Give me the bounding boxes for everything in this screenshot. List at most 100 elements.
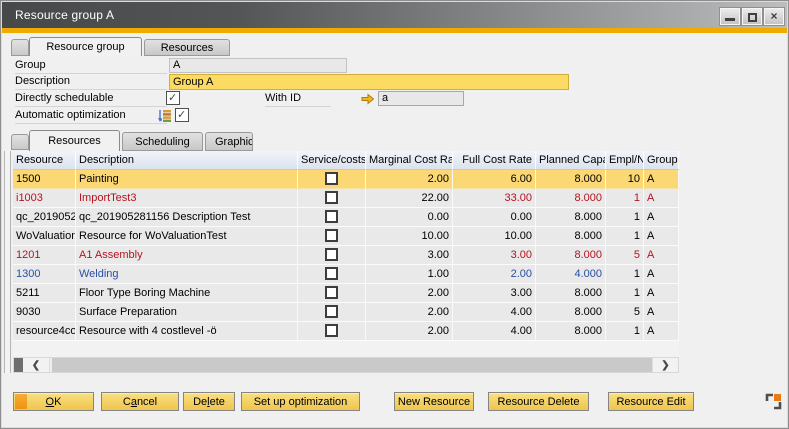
sub-tab-resources[interactable]: Resources bbox=[29, 130, 120, 151]
table-cell[interactable]: 8.000 bbox=[536, 227, 606, 245]
service-costs-checkbox[interactable] bbox=[325, 229, 338, 242]
table-cell[interactable]: 33.00 bbox=[453, 189, 536, 207]
table-cell[interactable]: 9030 bbox=[13, 303, 76, 321]
cancel-button[interactable]: Cancel bbox=[101, 392, 179, 411]
table-cell[interactable]: 1 bbox=[606, 265, 644, 283]
table-cell[interactable]: 8.000 bbox=[536, 208, 606, 226]
group-field[interactable]: A bbox=[169, 58, 347, 73]
horizontal-scrollbar[interactable]: ❮ ❯ bbox=[13, 357, 679, 373]
table-cell[interactable]: A bbox=[644, 189, 679, 207]
maximize-button[interactable] bbox=[742, 8, 762, 25]
ok-button[interactable]: OK bbox=[13, 392, 94, 411]
table-cell[interactable]: i1003 bbox=[13, 189, 76, 207]
table-cell[interactable]: A bbox=[644, 170, 679, 188]
table-cell[interactable]: 2.00 bbox=[366, 284, 453, 302]
with-id-field[interactable]: a bbox=[378, 91, 464, 106]
table-cell[interactable]: 10.00 bbox=[366, 227, 453, 245]
table-cell[interactable]: 10.00 bbox=[453, 227, 536, 245]
vertical-scrollbar[interactable] bbox=[4, 151, 11, 373]
table-cell[interactable]: 8.000 bbox=[536, 284, 606, 302]
column-header-service-costs[interactable]: Service/costs bbox=[298, 151, 366, 169]
service-costs-checkbox[interactable] bbox=[325, 324, 338, 337]
scroll-left-button[interactable]: ❮ bbox=[23, 358, 50, 372]
table-cell[interactable]: A bbox=[644, 246, 679, 264]
table-cell[interactable]: A bbox=[644, 208, 679, 226]
resource-delete-button[interactable]: Resource Delete bbox=[488, 392, 589, 411]
scrollbar-thumb[interactable] bbox=[52, 358, 654, 372]
table-row[interactable]: 1500Painting2.006.008.00010A bbox=[13, 170, 679, 189]
service-costs-cell[interactable] bbox=[298, 208, 366, 226]
column-header-marginal-cost-rate[interactable]: Marginal Cost Rate bbox=[366, 151, 453, 169]
table-cell[interactable]: Floor Type Boring Machine bbox=[76, 284, 298, 302]
table-cell[interactable]: 8.000 bbox=[536, 246, 606, 264]
table-cell[interactable]: qc_201905281 bbox=[13, 208, 76, 226]
optimization-list-icon[interactable] bbox=[157, 109, 172, 123]
table-cell[interactable]: 5 bbox=[606, 246, 644, 264]
table-cell[interactable]: Surface Preparation bbox=[76, 303, 298, 321]
table-cell[interactable]: 1 bbox=[606, 322, 644, 340]
table-cell[interactable]: A bbox=[644, 303, 679, 321]
table-cell[interactable]: 22.00 bbox=[366, 189, 453, 207]
service-costs-checkbox[interactable] bbox=[325, 210, 338, 223]
automatic-optimization-checkbox[interactable] bbox=[175, 108, 189, 122]
column-header-description[interactable]: Description bbox=[76, 151, 298, 169]
column-header-empl-no-[interactable]: Empl/No. bbox=[606, 151, 644, 169]
table-cell[interactable]: 5 bbox=[606, 303, 644, 321]
table-cell[interactable]: 10 bbox=[606, 170, 644, 188]
column-header-full-cost-rate[interactable]: Full Cost Rate bbox=[453, 151, 536, 169]
table-cell[interactable]: A bbox=[644, 284, 679, 302]
tab-resource-group[interactable]: Resource group bbox=[29, 37, 142, 56]
table-cell[interactable]: Resource with 4 costlevel -ö bbox=[76, 322, 298, 340]
table-cell[interactable]: 8.000 bbox=[536, 170, 606, 188]
service-costs-checkbox[interactable] bbox=[325, 305, 338, 318]
table-cell[interactable]: 3.00 bbox=[453, 246, 536, 264]
tab-resources[interactable]: Resources bbox=[144, 39, 230, 56]
table-cell[interactable]: 3.00 bbox=[366, 246, 453, 264]
service-costs-cell[interactable] bbox=[298, 322, 366, 340]
table-cell[interactable]: ImportTest3 bbox=[76, 189, 298, 207]
column-header-resource[interactable]: Resource bbox=[13, 151, 76, 169]
table-cell[interactable]: Welding bbox=[76, 265, 298, 283]
table-cell[interactable]: 2.00 bbox=[366, 170, 453, 188]
table-cell[interactable]: 8.000 bbox=[536, 303, 606, 321]
table-cell[interactable]: 4.00 bbox=[453, 303, 536, 321]
table-cell[interactable]: 1500 bbox=[13, 170, 76, 188]
table-cell[interactable]: 0.00 bbox=[366, 208, 453, 226]
table-cell[interactable]: 1300 bbox=[13, 265, 76, 283]
title-bar[interactable]: Resource group A × bbox=[2, 2, 787, 28]
close-button[interactable]: × bbox=[764, 8, 784, 25]
table-cell[interactable]: 8.000 bbox=[536, 322, 606, 340]
directly-schedulable-checkbox[interactable] bbox=[166, 91, 180, 105]
description-field[interactable]: Group A bbox=[169, 74, 569, 90]
table-cell[interactable]: Resource for WoValuationTest bbox=[76, 227, 298, 245]
table-cell[interactable]: A bbox=[644, 265, 679, 283]
table-cell[interactable]: 1 bbox=[606, 189, 644, 207]
table-row[interactable]: WoValuationTResource for WoValuationTest… bbox=[13, 227, 679, 246]
table-cell[interactable]: 1 bbox=[606, 208, 644, 226]
table-cell[interactable]: 8.000 bbox=[536, 189, 606, 207]
table-row[interactable]: qc_201905281qc_201905281156 Description … bbox=[13, 208, 679, 227]
service-costs-checkbox[interactable] bbox=[325, 172, 338, 185]
table-cell[interactable]: 2.00 bbox=[366, 322, 453, 340]
table-row[interactable]: resource4cosResource with 4 costlevel -ö… bbox=[13, 322, 679, 341]
table-cell[interactable]: 3.00 bbox=[453, 284, 536, 302]
column-header-group[interactable]: Group bbox=[644, 151, 679, 169]
table-cell[interactable]: resource4cos bbox=[13, 322, 76, 340]
scroll-right-button[interactable]: ❯ bbox=[652, 358, 678, 372]
sub-tab-graphic[interactable]: Graphic bbox=[205, 132, 253, 151]
service-costs-checkbox[interactable] bbox=[325, 191, 338, 204]
table-cell[interactable]: A bbox=[644, 322, 679, 340]
table-cell[interactable]: 1 bbox=[606, 227, 644, 245]
table-cell[interactable]: 5211 bbox=[13, 284, 76, 302]
resource-edit-button[interactable]: Resource Edit bbox=[608, 392, 694, 411]
service-costs-checkbox[interactable] bbox=[325, 267, 338, 280]
table-cell[interactable]: 4.00 bbox=[453, 322, 536, 340]
service-costs-checkbox[interactable] bbox=[325, 248, 338, 261]
link-arrow-icon[interactable] bbox=[361, 93, 375, 105]
sub-tab-scheduling[interactable]: Scheduling bbox=[122, 132, 203, 151]
table-cell[interactable]: 1201 bbox=[13, 246, 76, 264]
table-cell[interactable]: 2.00 bbox=[453, 265, 536, 283]
service-costs-cell[interactable] bbox=[298, 303, 366, 321]
service-costs-cell[interactable] bbox=[298, 284, 366, 302]
table-cell[interactable]: Painting bbox=[76, 170, 298, 188]
